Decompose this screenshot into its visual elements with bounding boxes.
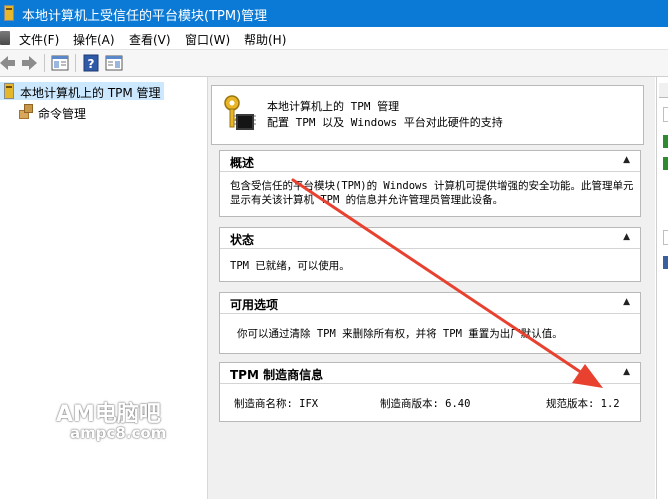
- tree-item-command-management[interactable]: 命令管理: [18, 103, 138, 121]
- section-header[interactable]: TPM 制造商信息 ▲: [220, 363, 640, 384]
- watermark-logo: AM电脑吧 ampc8.com: [56, 396, 206, 446]
- tree-item-tpm-management[interactable]: 本地计算机上的 TPM 管理: [0, 82, 164, 100]
- options-text: 你可以通过清除 TPM 来删除所有权，并将 TPM 重置为出厂默认值。: [237, 328, 563, 340]
- section-overview: 概述 ▲ 包含受信任的平台模块(TPM)的 Windows 计算机可提供增强的安…: [219, 150, 641, 217]
- menu-file[interactable]: 文件(F): [19, 31, 59, 48]
- section-title: 状态: [230, 233, 255, 247]
- back-arrow-icon[interactable]: [0, 53, 18, 73]
- status-text: TPM 已就绪，可以使用。: [230, 260, 350, 272]
- snapin-header: 本地计算机上的 TPM 管理 配置 TPM 以及 Windows 平台对此硬件的…: [211, 85, 644, 145]
- action-pane-icon[interactable]: [104, 53, 124, 73]
- menu-view[interactable]: 查看(V): [129, 31, 171, 48]
- actions-pane-item[interactable]: [663, 256, 668, 269]
- collapse-icon[interactable]: ▲: [623, 232, 630, 242]
- section-manufacturer-info: TPM 制造商信息 ▲ 制造商名称: IFX 制造商版本: 6.40 规范版本:…: [219, 362, 641, 422]
- collapse-icon[interactable]: ▲: [623, 155, 630, 165]
- section-available-options: 可用选项 ▲ 你可以通过清除 TPM 来删除所有权，并将 TPM 重置为出厂默认…: [219, 292, 641, 354]
- window-title: 本地计算机上受信任的平台模块(TPM)管理: [22, 9, 268, 24]
- actions-pane-item[interactable]: [663, 230, 668, 245]
- collapse-icon[interactable]: ▲: [623, 367, 630, 377]
- details-pane: 本地计算机上的 TPM 管理 配置 TPM 以及 Windows 平台对此硬件的…: [208, 77, 655, 499]
- snapin-title: 本地计算机上的 TPM 管理: [267, 100, 400, 113]
- menu-window[interactable]: 窗口(W): [185, 31, 230, 48]
- forward-arrow-icon[interactable]: [19, 53, 39, 73]
- svg-text:?: ?: [88, 57, 95, 71]
- section-header[interactable]: 概述 ▲: [220, 151, 640, 172]
- title-bar: 本地计算机上受信任的平台模块(TPM)管理: [0, 0, 668, 27]
- collapse-icon[interactable]: ▲: [623, 297, 630, 307]
- tree-item-label: 本地计算机上的 TPM 管理: [20, 86, 161, 100]
- actions-pane: [656, 77, 668, 499]
- system-menu-icon[interactable]: [0, 31, 10, 45]
- menu-bar: 文件(F) 操作(A) 查看(V) 窗口(W) 帮助(H): [0, 27, 668, 50]
- spec-version: 规范版本: 1.2: [546, 398, 620, 410]
- tree-item-label: 命令管理: [38, 107, 87, 121]
- section-header[interactable]: 状态 ▲: [220, 228, 640, 249]
- watermark-url: ampc8.com: [70, 424, 167, 442]
- section-title: 概述: [230, 156, 255, 170]
- section-status: 状态 ▲ TPM 已就绪，可以使用。: [219, 227, 641, 282]
- section-title: 可用选项: [230, 298, 279, 312]
- toolbar-separator: [75, 54, 76, 72]
- section-header[interactable]: 可用选项 ▲: [220, 293, 640, 314]
- snapin-description: 配置 TPM 以及 Windows 平台对此硬件的支持: [267, 116, 503, 129]
- toolbar-separator: [44, 54, 45, 72]
- tpm-key-chip-icon: [224, 95, 256, 130]
- actions-pane-header: [659, 83, 668, 98]
- show-hide-tree-icon[interactable]: [50, 53, 70, 73]
- actions-pane-item[interactable]: [663, 157, 668, 170]
- command-management-icon: [19, 104, 33, 119]
- menu-help[interactable]: 帮助(H): [244, 31, 286, 48]
- menu-action[interactable]: 操作(A): [73, 31, 115, 48]
- section-title: TPM 制造商信息: [230, 368, 324, 382]
- tpm-app-icon: [4, 5, 14, 21]
- actions-pane-item[interactable]: [663, 107, 668, 122]
- help-icon[interactable]: ?: [81, 53, 101, 73]
- overview-text: 包含受信任的平台模块(TPM)的 Windows 计算机可提供增强的安全功能。此…: [230, 180, 634, 206]
- manufacturer-name: 制造商名称: IFX: [234, 398, 319, 410]
- actions-pane-item[interactable]: [663, 135, 668, 148]
- manufacturer-version: 制造商版本: 6.40: [380, 398, 471, 410]
- tpm-chip-icon: [4, 83, 14, 99]
- toolbar: ?: [0, 50, 668, 77]
